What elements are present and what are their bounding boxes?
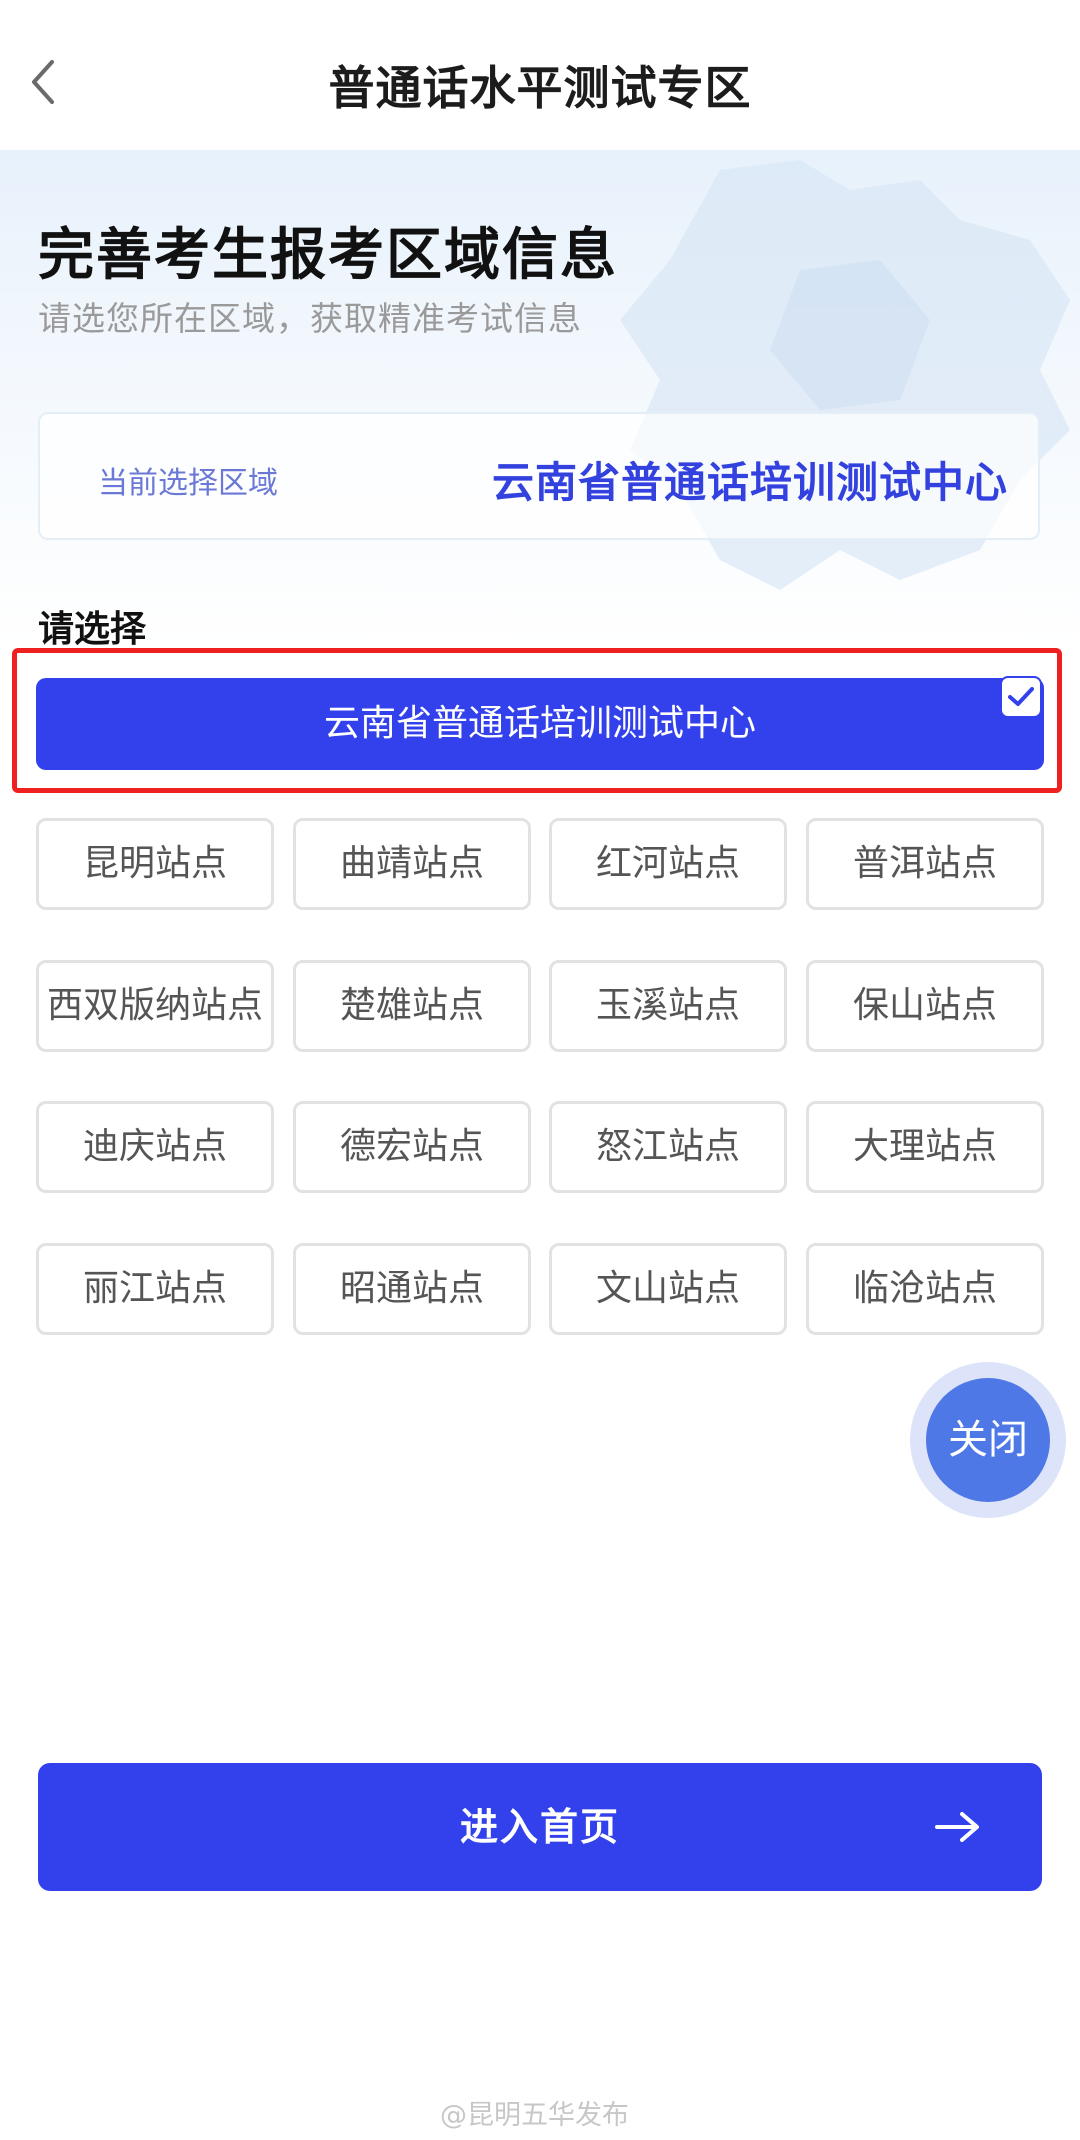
top-nav-bar: 普通话水平测试专区 <box>0 0 1080 150</box>
page-title: 普通话水平测试专区 <box>328 61 752 115</box>
option-provincial-center-label: 云南省普通话培训测试中心 <box>323 703 756 744</box>
site-button-wenshan[interactable]: 文山站点 <box>549 1243 787 1335</box>
site-button-diqing[interactable]: 迪庆站点 <box>36 1101 274 1193</box>
checkmark-icon <box>1008 687 1034 706</box>
close-fab-ring: 关闭 <box>910 1362 1066 1518</box>
site-button-baoshan[interactable]: 保山站点 <box>806 960 1044 1052</box>
current-region-value: 云南省普通话培训测试中心 <box>491 458 1008 507</box>
current-region-card: 当前选择区域 云南省普通话培训测试中心 <box>38 412 1040 540</box>
current-region-label: 当前选择区域 <box>98 466 278 501</box>
site-button-zhaotong[interactable]: 昭通站点 <box>293 1243 531 1335</box>
site-button-honghe[interactable]: 红河站点 <box>549 818 787 910</box>
enter-home-button[interactable]: 进入首页 <box>38 1763 1042 1891</box>
yunnan-map-illustration <box>620 160 1070 590</box>
site-button-kunming[interactable]: 昆明站点 <box>36 818 274 910</box>
option-provincial-center[interactable]: 云南省普通话培训测试中心 <box>36 676 1044 770</box>
site-button-yuxi[interactable]: 玉溪站点 <box>549 960 787 1052</box>
selected-check-badge <box>1000 676 1042 718</box>
site-button-nujiang[interactable]: 怒江站点 <box>549 1101 787 1193</box>
site-button-lijiang[interactable]: 丽江站点 <box>36 1243 274 1335</box>
arrow-right-icon <box>935 1812 979 1842</box>
site-button-qujing[interactable]: 曲靖站点 <box>293 818 531 910</box>
weibo-watermark: @昆明五华发布 <box>440 2100 629 2131</box>
site-button-dehong[interactable]: 德宏站点 <box>293 1101 531 1193</box>
select-heading: 请选择 <box>38 609 147 650</box>
site-button-dali[interactable]: 大理站点 <box>806 1101 1044 1193</box>
enter-home-label: 进入首页 <box>459 1805 620 1849</box>
site-button-chuxiong[interactable]: 楚雄站点 <box>293 960 531 1052</box>
close-button[interactable]: 关闭 <box>926 1378 1050 1502</box>
site-button-lincang[interactable]: 临沧站点 <box>806 1243 1044 1335</box>
hero-subtitle: 请选您所在区域，获取精准考试信息 <box>38 299 582 338</box>
site-button-xishuangbanna[interactable]: 西双版纳站点 <box>36 960 274 1052</box>
hero-title: 完善考生报考区域信息 <box>38 223 618 288</box>
site-button-puer[interactable]: 普洱站点 <box>806 818 1044 910</box>
